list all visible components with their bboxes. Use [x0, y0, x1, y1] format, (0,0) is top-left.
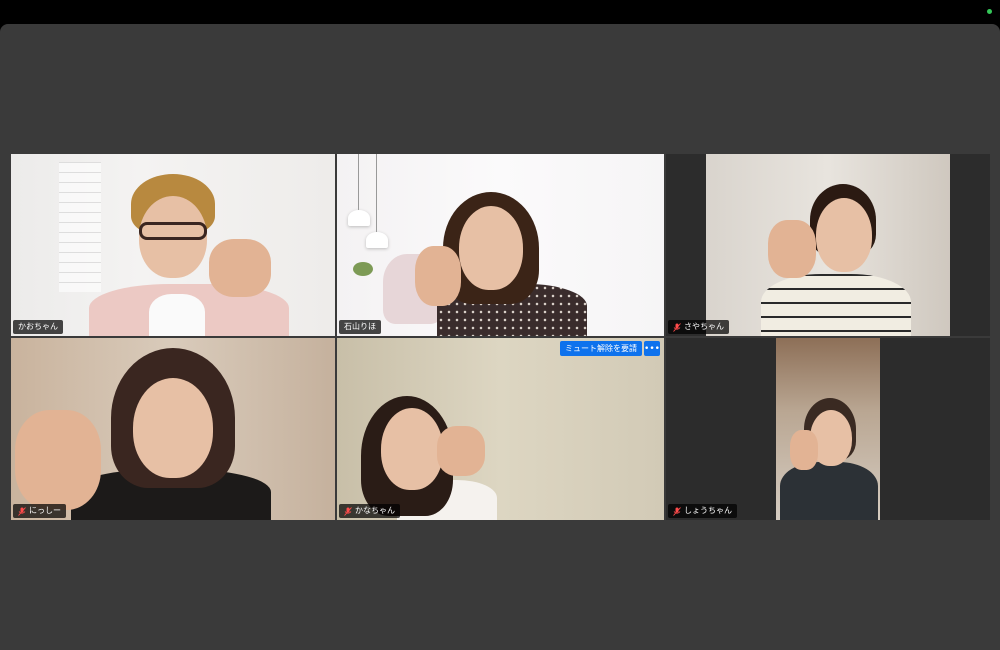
participant-name: さやちゃん — [684, 322, 724, 331]
participant-name: 石山りほ — [344, 322, 376, 331]
window-title-bar — [0, 0, 1000, 24]
participant-name: かおちゃん — [18, 322, 58, 331]
mic-off-icon — [673, 506, 681, 516]
meeting-window: かおちゃん 石山りほ さやちゃん にっしー ミュート解除を要請 ••• かなちゃ… — [0, 24, 1000, 650]
window-decoration — [59, 162, 101, 292]
pendant-lamp-decoration — [365, 154, 390, 254]
participant-name-tag: 石山りほ — [339, 320, 381, 334]
participant-name: かなちゃん — [355, 506, 395, 515]
video-tile-nisshi[interactable]: にっしー — [11, 338, 335, 520]
participant-name: しょうちゃん — [684, 506, 732, 515]
status-indicator-icon — [987, 9, 992, 14]
participant-name-tag: にっしー — [13, 504, 66, 518]
video-feed — [776, 338, 880, 520]
mic-off-icon — [18, 506, 26, 516]
participant-name-tag: しょうちゃん — [668, 504, 737, 518]
mic-off-icon — [344, 506, 352, 516]
participant-name: にっしー — [29, 506, 61, 515]
participant-name-tag: かなちゃん — [339, 504, 400, 518]
more-options-icon[interactable]: ••• — [644, 341, 660, 356]
video-tile-kanachan[interactable]: ミュート解除を要請 ••• かなちゃん — [337, 338, 664, 520]
video-tile-kaochan[interactable]: かおちゃん — [11, 154, 335, 336]
plant-decoration — [353, 262, 373, 276]
video-tile-shouchan[interactable]: しょうちゃん — [666, 338, 990, 520]
video-tile-ishiyama-riho[interactable]: 石山りほ — [337, 154, 664, 336]
mic-off-icon — [673, 322, 681, 332]
video-feed — [706, 154, 950, 336]
participant-name-tag: かおちゃん — [13, 320, 63, 334]
video-tile-sayachan[interactable]: さやちゃん — [666, 154, 990, 336]
participant-name-tag: さやちゃん — [668, 320, 729, 334]
request-unmute-button[interactable]: ミュート解除を要請 — [560, 341, 642, 356]
